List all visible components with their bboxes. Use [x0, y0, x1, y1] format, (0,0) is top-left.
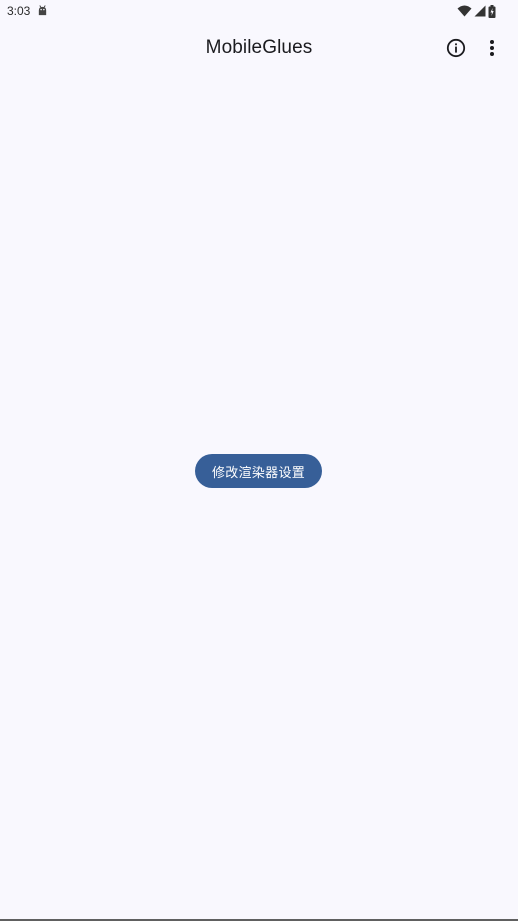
- wifi-icon: [457, 5, 472, 17]
- more-options-button[interactable]: [474, 30, 510, 66]
- more-vert-icon: [490, 40, 494, 56]
- info-button[interactable]: [438, 30, 474, 66]
- app-bar: MobileGlues: [0, 24, 518, 76]
- status-icons: [457, 4, 496, 18]
- info-icon: [446, 38, 466, 58]
- signal-icon: [474, 5, 486, 17]
- modify-renderer-settings-button[interactable]: 修改渲染器设置: [195, 454, 322, 488]
- status-time: 3:03: [7, 4, 31, 18]
- android-icon: [38, 5, 47, 16]
- battery-charging-icon: [488, 4, 496, 18]
- status-bar: 3:03: [0, 0, 518, 22]
